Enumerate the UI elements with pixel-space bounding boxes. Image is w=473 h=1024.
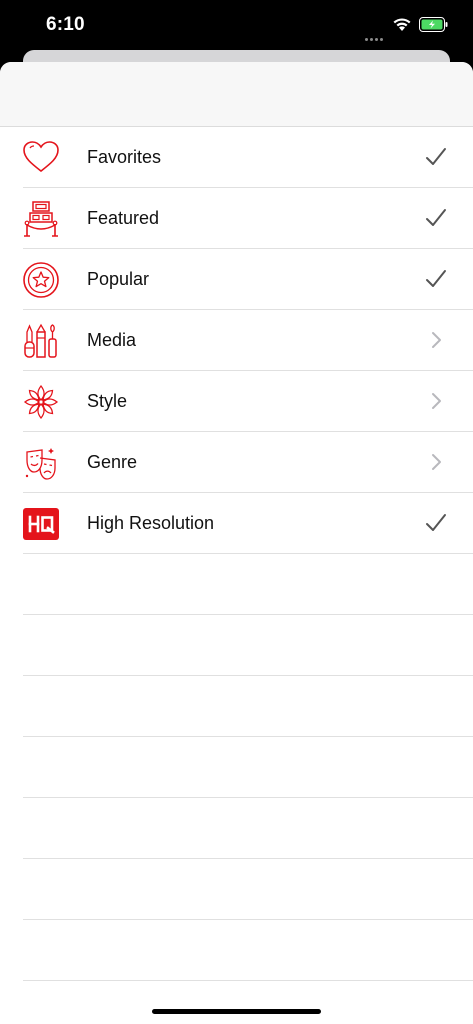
flower-icon xyxy=(23,384,59,420)
sheet-header xyxy=(0,62,473,127)
list-item-label: Featured xyxy=(87,208,160,228)
list-item-label: Style xyxy=(87,391,128,411)
empty-row xyxy=(0,554,473,615)
battery-icon xyxy=(419,17,448,32)
empty-row xyxy=(0,859,473,920)
list-item-high-resolution[interactable]: High Resolution xyxy=(0,493,473,554)
checkmark-icon xyxy=(426,209,446,226)
empty-row xyxy=(0,676,473,737)
screen: 6:10 Favorites Featured Popular Media St… xyxy=(0,0,473,1024)
checkmark-icon xyxy=(426,270,446,287)
empty-row xyxy=(0,798,473,859)
theater-masks-icon xyxy=(25,448,56,480)
list-item-genre[interactable]: Genre xyxy=(0,432,473,493)
checkmark-icon xyxy=(426,514,446,531)
empty-row xyxy=(0,615,473,676)
featured-stand-icon xyxy=(24,201,58,237)
list-item-popular[interactable]: Popular xyxy=(0,249,473,310)
list-item-style[interactable]: Style xyxy=(0,371,473,432)
status-time: 6:10 xyxy=(46,14,85,35)
list-item-label: Media xyxy=(87,330,137,350)
list-item-label: Popular xyxy=(87,269,150,289)
empty-row xyxy=(0,920,473,981)
chevron-right-icon xyxy=(432,393,441,409)
list-item-label: Favorites xyxy=(87,147,162,167)
list-item-media[interactable]: Media xyxy=(0,310,473,371)
filter-sheet: Favorites Featured Popular Media Style G… xyxy=(0,62,473,1024)
checkmark-icon xyxy=(426,148,446,165)
chevron-right-icon xyxy=(432,454,441,470)
filter-list: Favorites Featured Popular Media Style G… xyxy=(0,127,473,981)
hq-badge-icon xyxy=(23,508,59,540)
star-badge-icon xyxy=(23,262,59,298)
status-bar: 6:10 xyxy=(0,0,473,50)
heart-icon xyxy=(23,141,59,173)
art-tools-icon xyxy=(24,323,57,358)
home-indicator[interactable] xyxy=(152,1009,321,1014)
chevron-right-icon xyxy=(432,332,441,348)
wifi-icon xyxy=(393,18,411,31)
list-item-label: High Resolution xyxy=(87,513,215,533)
list-item-label: Genre xyxy=(87,452,138,472)
empty-row xyxy=(0,737,473,798)
list-item-featured[interactable]: Featured xyxy=(0,188,473,249)
cellular-signal-icon xyxy=(365,28,385,41)
list-item-favorites[interactable]: Favorites xyxy=(0,127,473,188)
